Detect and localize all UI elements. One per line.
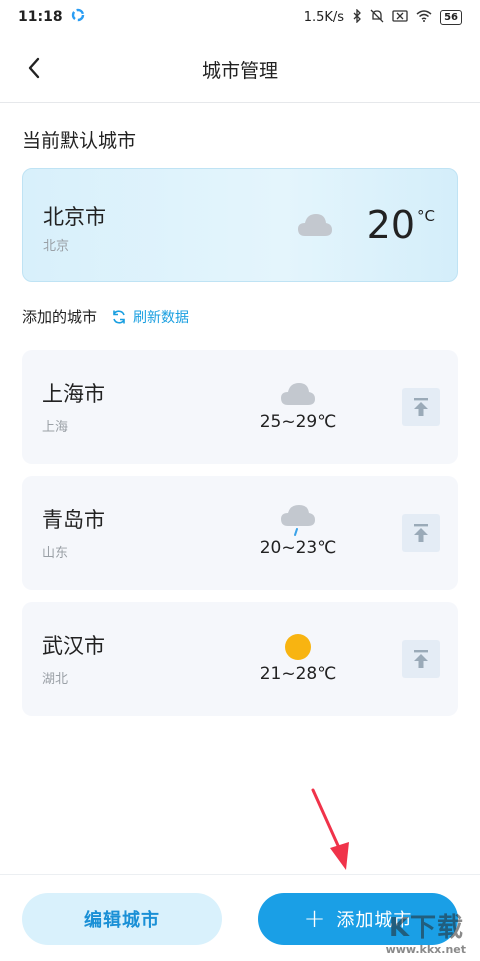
- temperature-range: 21~28℃: [259, 664, 337, 684]
- pin-to-top-button[interactable]: [402, 388, 440, 426]
- added-cities-row: 添加的城市 刷新数据: [22, 306, 189, 327]
- battery-indicator: 56: [440, 9, 462, 25]
- status-time: 11:18: [18, 9, 63, 25]
- pin-top-icon: [414, 398, 428, 416]
- network-speed: 1.5K/s: [303, 9, 345, 25]
- city-name: 北京市: [43, 205, 106, 229]
- city-region: 山东: [42, 546, 69, 561]
- temperature-range: 25~29℃: [259, 412, 337, 432]
- status-bar: 11:18 1.5K/s 56: [0, 0, 480, 34]
- cloud-icon: [297, 211, 333, 243]
- temperature-unit: °C: [417, 207, 435, 225]
- plus-icon: +: [303, 904, 327, 934]
- refresh-data-label: 刷新数据: [133, 309, 190, 326]
- annotation-arrow: [300, 786, 360, 880]
- pin-top-icon: [414, 524, 428, 542]
- default-city-section-title: 当前默认城市: [22, 130, 137, 152]
- added-cities-label: 添加的城市: [22, 308, 98, 326]
- watermark: K下载 www.kkx.net: [344, 910, 474, 956]
- pin-top-icon: [414, 650, 428, 668]
- city-card-shanghai[interactable]: 上海市 上海 25~29℃: [22, 350, 458, 464]
- sun-icon: [280, 632, 316, 662]
- watermark-logo-text: K下载: [388, 913, 464, 943]
- city-card-wuhan[interactable]: 武汉市 湖北 21~28℃: [22, 602, 458, 716]
- rain-cloud-icon: [280, 504, 316, 536]
- city-region: 上海: [42, 420, 69, 435]
- bluetooth-icon: [352, 7, 362, 26]
- temperature-range: 20~23℃: [259, 538, 337, 558]
- wifi-icon: [416, 9, 432, 25]
- city-card-qingdao[interactable]: 青岛市 山东 20~23℃: [22, 476, 458, 590]
- pin-to-top-button[interactable]: [402, 640, 440, 678]
- page-title: 城市管理: [201, 60, 278, 82]
- cloud-icon: [280, 380, 316, 410]
- city-name: 青岛市: [42, 508, 105, 532]
- city-region: 北京: [43, 239, 70, 254]
- current-temperature: 20 °C: [367, 203, 435, 247]
- city-region: 湖北: [42, 672, 69, 687]
- temperature-value: 20: [366, 203, 416, 247]
- city-name: 武汉市: [42, 634, 105, 658]
- refresh-data-button[interactable]: 刷新数据: [111, 307, 189, 327]
- watermark-site: www.kkx.net: [385, 943, 466, 956]
- edit-cities-button[interactable]: 编辑城市: [22, 893, 222, 945]
- refresh-icon: [113, 309, 125, 324]
- sim-off-icon: [392, 9, 408, 25]
- header: 城市管理: [0, 34, 480, 103]
- edit-cities-label: 编辑城市: [84, 910, 160, 931]
- status-left: 11:18: [18, 8, 85, 26]
- city-name: 上海市: [42, 382, 105, 406]
- status-right: 1.5K/s 56: [303, 7, 462, 26]
- default-city-card[interactable]: 北京市 北京 20 °C: [22, 168, 458, 282]
- app-notification-icon: [71, 8, 85, 26]
- pin-to-top-button[interactable]: [402, 514, 440, 552]
- mute-bell-icon: [370, 9, 384, 26]
